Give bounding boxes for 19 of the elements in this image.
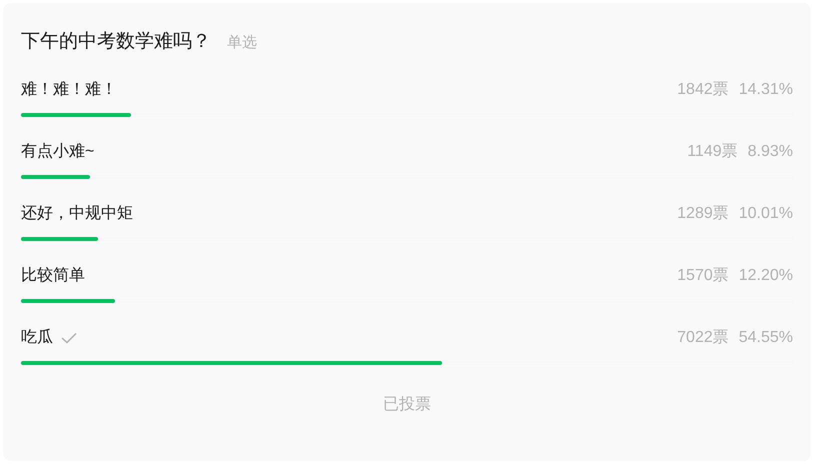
vote-percent: 12.20% [738,266,793,286]
check-icon [61,332,77,344]
vote-percent: 10.01% [738,204,793,224]
option-label: 难！难！难！ [21,80,117,100]
option-label: 比较简单 [21,266,85,286]
vote-count: 1570票 [677,266,729,286]
poll-type: 单选 [227,33,257,53]
option-label: 吃瓜 [21,328,53,348]
vote-count: 7022票 [677,328,729,348]
option-label: 还好，中规中矩 [21,204,133,224]
vote-percent: 8.93% [748,142,793,162]
vote-percent: 54.55% [738,328,793,348]
poll-question: 下午的中考数学难吗？ [21,30,211,54]
vote-percent: 14.31% [738,80,793,100]
vote-count: 1149票 [687,142,738,162]
vote-count: 1842票 [677,80,729,100]
option-label: 有点小难~ [21,142,94,162]
poll-status: 已投票 [383,395,431,415]
vote-count: 1289票 [677,204,729,224]
